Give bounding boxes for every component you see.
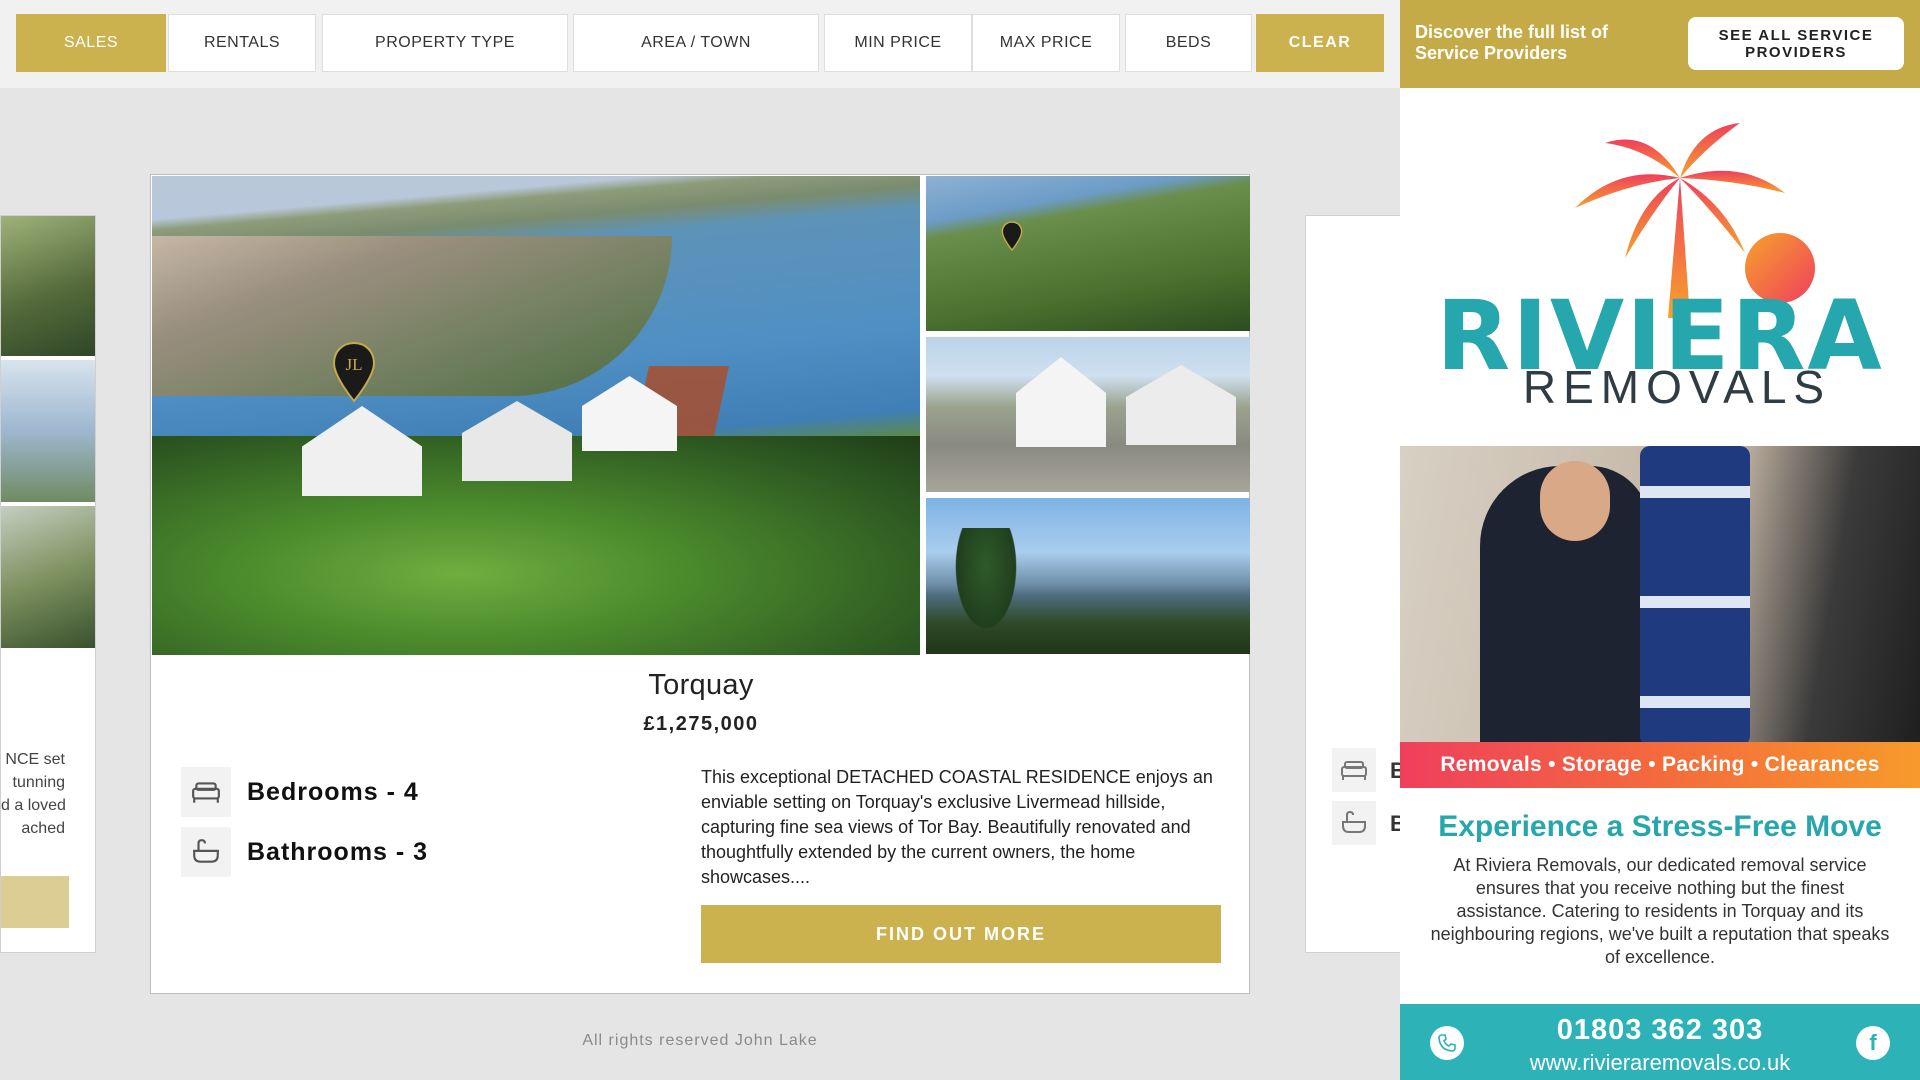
previous-listing-text: tunning [12,774,66,791]
filter-min-price[interactable]: MIN PRICE [824,14,972,72]
photo-wrap-band [1640,596,1750,608]
listing-description: This exceptional DETACHED COASTAL RESIDE… [701,767,1213,887]
photo-tree [951,528,1021,638]
next-listing-card[interactable]: B B [1305,215,1400,953]
filter-property-type[interactable]: PROPERTY TYPE [322,14,568,72]
bath-icon [1332,801,1376,845]
filter-beds[interactable]: BEDS [1125,14,1252,72]
ad-website-link[interactable]: www.rivieraremovals.co.uk [1400,1050,1920,1076]
filter-rentals-tab[interactable]: RENTALS [168,14,316,72]
bedrooms-label: Bedrooms - 4 [247,778,419,806]
photo-house [1126,365,1236,445]
service-providers-text: Discover the full list of Service Provid… [1415,22,1609,63]
bed-icon [1332,748,1376,792]
next-listing-label: B [1390,758,1400,784]
services-banner: Removals • Storage • Packing • Clearance… [1400,742,1920,788]
footer-copyright: All rights reserved John Lake [582,1032,818,1049]
filter-sales-tab[interactable]: SALES [16,14,166,72]
listing-main-photo[interactable]: JL [152,176,920,655]
map-pin-icon [1001,221,1023,251]
filter-max-price[interactable]: MAX PRICE [972,14,1120,72]
listing-card: JL Torquay £1,275,000 Bedrooms - 4 Bathr… [150,174,1250,994]
ad-body-text: At Riviera Removals, our dedicated remov… [1430,855,1890,967]
photo-person-head [1540,461,1610,541]
removals-photo [1400,446,1920,746]
photo-house [302,406,422,496]
filter-area-town[interactable]: AREA / TOWN [573,14,819,72]
previous-listing-photo [1,360,95,502]
bed-icon [181,767,231,817]
facebook-icon[interactable]: f [1856,1026,1890,1060]
riviera-removals-advert[interactable]: RIVIERA REMOVALS Removals • Storage • Pa… [1400,88,1920,1080]
service-providers-header: Discover the full list of Service Provid… [1400,0,1920,88]
previous-listing-text: d a loved [1,797,66,814]
see-all-service-providers-button[interactable]: SEE ALL SERVICE PROVIDERS [1688,17,1904,70]
listing-thumbnail[interactable] [926,337,1250,492]
listing-thumbnail[interactable] [926,176,1250,331]
photo-wrap-band [1640,696,1750,708]
photo-wrap-band [1640,486,1750,498]
bathrooms-label: Bathrooms - 3 [247,838,429,866]
map-pin-icon: JL [332,341,376,403]
find-out-more-button[interactable]: FIND OUT MORE [701,905,1221,963]
brand-subtitle: REMOVALS [1522,361,1832,413]
ad-contact-bar: 01803 362 303 www.rivieraremovals.co.uk … [1400,1004,1920,1080]
photo-town-area [152,236,672,396]
listing-price: £1,275,000 [643,713,759,735]
pin-monogram: JL [346,355,363,374]
previous-listing-text: NCE set [5,751,65,768]
bath-icon [181,827,231,877]
previous-listing-photo [1,506,95,648]
listing-town: Torquay [648,669,754,701]
filter-bar: SALES RENTALS PROPERTY TYPE AREA / TOWN … [0,0,1400,88]
listing-thumbnail[interactable] [926,498,1250,654]
clear-filters-button[interactable]: CLEAR [1256,14,1384,72]
ad-phone-number[interactable]: 01803 362 303 [1400,1014,1920,1047]
previous-listing-photo [1,216,95,356]
previous-listing-button[interactable] [1,876,69,928]
ad-headline: Experience a Stress-Free Move [1438,810,1882,843]
previous-listing-card[interactable]: NCE set tunning d a loved ached [0,215,96,953]
photo-house [462,401,572,481]
next-listing-label: B [1390,811,1400,837]
photo-house [1016,357,1106,447]
previous-listing-text: ached [21,820,65,837]
